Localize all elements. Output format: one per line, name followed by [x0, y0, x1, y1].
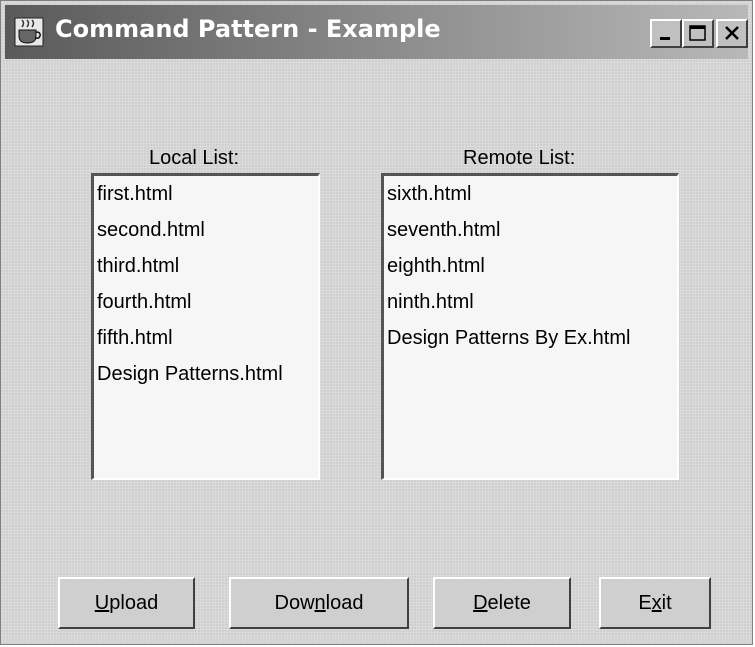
close-button[interactable]	[716, 19, 748, 48]
list-item[interactable]: fifth.html	[94, 320, 318, 356]
maximize-button[interactable]	[682, 19, 714, 48]
delete-button[interactable]: Delete	[433, 577, 571, 629]
exit-mnemonic: x	[651, 592, 662, 614]
exit-label-post: it	[661, 592, 672, 614]
list-item[interactable]: sixth.html	[384, 176, 677, 212]
list-item[interactable]: third.html	[94, 248, 318, 284]
list-item[interactable]: seventh.html	[384, 212, 677, 248]
list-item[interactable]: Design Patterns By Ex.html	[384, 320, 677, 356]
upload-button[interactable]: Upload	[58, 577, 195, 629]
remote-list-label: Remote List:	[463, 147, 576, 169]
upload-label-post: pload	[109, 592, 159, 614]
minimize-button[interactable]	[650, 19, 682, 48]
download-label-post: load	[325, 592, 364, 614]
exit-button[interactable]: Exit	[599, 577, 711, 629]
list-item[interactable]: first.html	[94, 176, 318, 212]
list-item[interactable]: Design Patterns.html	[94, 356, 318, 392]
remote-list[interactable]: sixth.html seventh.html eighth.html nint…	[381, 173, 679, 480]
window-title: Command Pattern - Example	[55, 15, 441, 43]
download-button[interactable]: Download	[229, 577, 409, 629]
title-bar[interactable]: Command Pattern - Example	[5, 5, 748, 59]
list-item[interactable]: fourth.html	[94, 284, 318, 320]
upload-mnemonic: U	[94, 592, 110, 614]
delete-mnemonic: D	[473, 592, 488, 614]
download-mnemonic: n	[314, 592, 326, 614]
application-window: Command Pattern - Example Local List: fi…	[0, 0, 753, 645]
download-label-pre: Dow	[274, 592, 315, 614]
list-item[interactable]: second.html	[94, 212, 318, 248]
java-cup-icon[interactable]	[14, 17, 44, 47]
exit-label-pre: E	[638, 592, 652, 614]
local-list-label: Local List:	[149, 147, 240, 169]
local-list[interactable]: first.html second.html third.html fourth…	[91, 173, 320, 480]
list-item[interactable]: ninth.html	[384, 284, 677, 320]
list-item[interactable]: eighth.html	[384, 248, 677, 284]
delete-label-post: elete	[487, 592, 531, 614]
